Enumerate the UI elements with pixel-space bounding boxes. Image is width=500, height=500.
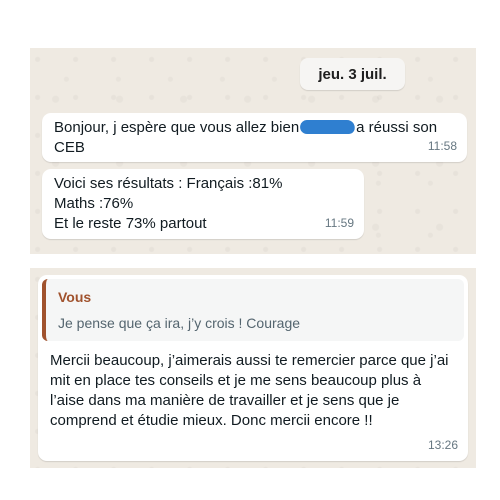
redaction-mark [298, 120, 357, 134]
quoted-message[interactable]: Vous Je pense que ça ira, j’y crois ! Co… [42, 279, 464, 341]
chat-panel-bottom: Vous Je pense que ça ira, j’y crois ! Co… [30, 268, 476, 468]
message-time: 11:59 [324, 216, 354, 230]
reply-text: Mercii beaucoup, j’aimerais aussi te rem… [50, 352, 449, 429]
message-time: 13:26 [427, 438, 458, 452]
message-line: Et le reste 73% partout [54, 215, 207, 232]
message-bubble-incoming[interactable]: Voici ses résultats : Français :81% Math… [42, 169, 364, 239]
chat-panel-top: jeu. 3 juil. Bonjour, j espère que vous … [30, 48, 476, 254]
message-bubble-reply[interactable]: Vous Je pense que ça ira, j’y crois ! Co… [38, 275, 468, 461]
message-text-start: Bonjour, j espère que vous allez bien [54, 119, 300, 136]
message-bubble-incoming[interactable]: Bonjour, j espère que vous allez bien a r… [42, 113, 467, 162]
quote-author: Vous [58, 289, 92, 305]
message-line: Voici ses résultats : Français :81% [54, 175, 283, 192]
message-time: 11:58 [427, 139, 457, 153]
date-chip: jeu. 3 juil. [300, 58, 405, 90]
quote-text: Je pense que ça ira, j’y crois ! Courage [58, 315, 301, 331]
message-line: Maths :76% [54, 195, 134, 212]
